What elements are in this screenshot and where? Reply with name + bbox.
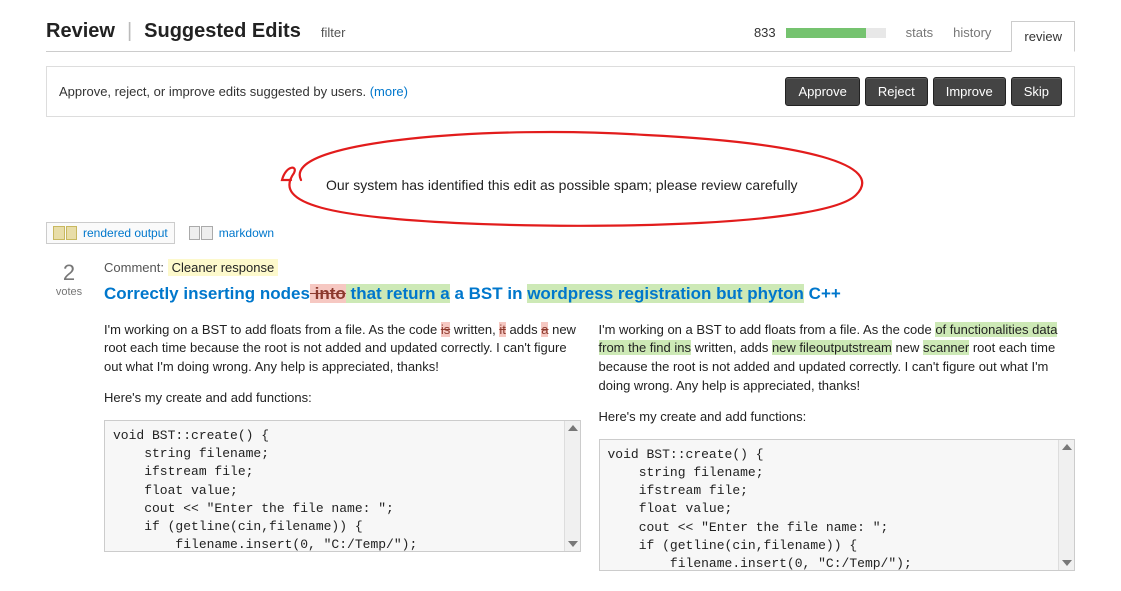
- scrollbar[interactable]: [564, 421, 580, 551]
- left-seg2: written,: [450, 322, 499, 337]
- rendered-icon: [53, 226, 77, 240]
- approve-button[interactable]: Approve: [785, 77, 859, 106]
- progress-bar: [786, 28, 886, 38]
- progress-count: 833: [754, 25, 776, 40]
- title-seg2: a BST in: [450, 284, 527, 303]
- scroll-up-icon[interactable]: [568, 425, 578, 431]
- instruction-text: Approve, reject, or improve edits sugges…: [59, 84, 408, 99]
- vote-label: votes: [46, 286, 92, 298]
- skip-button[interactable]: Skip: [1011, 77, 1062, 106]
- title-seg3: C++: [804, 284, 841, 303]
- right-add3: scanner: [923, 340, 969, 355]
- instruction-more-link[interactable]: (more): [370, 84, 408, 99]
- right-seg3: new: [892, 340, 923, 355]
- diff-left-column: I'm working on a BST to add floats from …: [104, 321, 581, 571]
- page-title-suggested-edits: Suggested Edits: [144, 20, 301, 43]
- left-code-text: void BST::create() { string filename; if…: [113, 428, 511, 552]
- title-divider: |: [127, 20, 132, 43]
- left-del1: is: [441, 322, 450, 337]
- diff-right-column: I'm working on a BST to add floats from …: [599, 321, 1076, 571]
- tab-review[interactable]: review: [1011, 21, 1075, 52]
- title-add2: wordpress registration but phyton: [527, 284, 804, 303]
- right-seg2: written, adds: [691, 340, 772, 355]
- vote-count: 2: [46, 260, 92, 286]
- scrollbar[interactable]: [1058, 440, 1074, 570]
- right-seg1: I'm working on a BST to add floats from …: [599, 322, 936, 337]
- right-para2: Here's my create and add functions:: [599, 408, 1076, 427]
- right-code-block[interactable]: void BST::create() { string filename; if…: [599, 439, 1076, 571]
- scroll-down-icon[interactable]: [1062, 560, 1072, 566]
- right-para1: I'm working on a BST to add floats from …: [599, 321, 1076, 396]
- comment-value: Cleaner response: [168, 259, 279, 276]
- right-add2: new fileoutputstream: [772, 340, 892, 355]
- spam-warning-text: Our system has identified this edit as p…: [326, 177, 798, 193]
- right-code-text: void BST::create() { string filename; if…: [608, 447, 1006, 571]
- left-para1: I'm working on a BST to add floats from …: [104, 321, 581, 378]
- improve-button[interactable]: Improve: [933, 77, 1006, 106]
- comment-label: Comment:: [104, 260, 164, 275]
- left-code-block[interactable]: void BST::create() { string filename; if…: [104, 420, 581, 552]
- view-tab-rendered[interactable]: rendered output: [46, 222, 175, 244]
- reject-button[interactable]: Reject: [865, 77, 928, 106]
- scroll-up-icon[interactable]: [1062, 444, 1072, 450]
- progress-fill: [786, 28, 866, 38]
- view-tab-rendered-label: rendered output: [83, 226, 168, 240]
- title-del1: into: [310, 284, 346, 303]
- progress-indicator: 833: [754, 25, 886, 40]
- left-seg3: adds: [506, 322, 541, 337]
- filter-link[interactable]: filter: [321, 25, 346, 40]
- post-title[interactable]: Correctly inserting nodes into that retu…: [104, 283, 1075, 305]
- instruction-main: Approve, reject, or improve edits sugges…: [59, 84, 370, 99]
- title-add1: that return a: [346, 284, 450, 303]
- title-seg1: Correctly inserting nodes: [104, 284, 310, 303]
- left-seg1: I'm working on a BST to add floats from …: [104, 322, 441, 337]
- left-para2: Here's my create and add functions:: [104, 389, 581, 408]
- scroll-down-icon[interactable]: [568, 541, 578, 547]
- tab-history[interactable]: history: [953, 25, 991, 40]
- page-title-review: Review: [46, 20, 115, 43]
- markdown-icon: [189, 226, 213, 240]
- tab-stats[interactable]: stats: [906, 25, 933, 40]
